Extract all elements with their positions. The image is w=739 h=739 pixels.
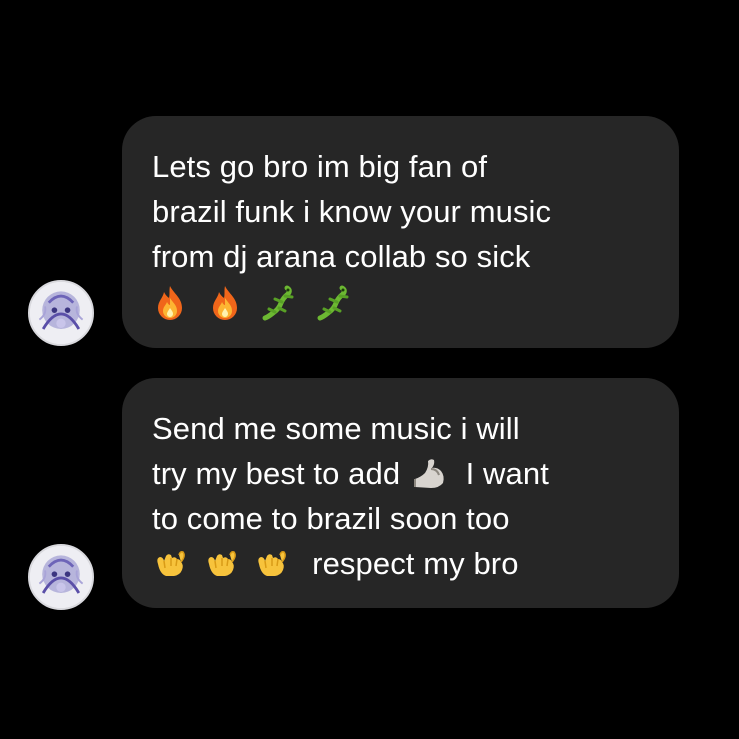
sender-avatar[interactable] (28, 544, 94, 610)
message-text-line: from dj arana collab so sick (152, 239, 531, 274)
sender-avatar[interactable] (28, 280, 94, 346)
avatar-image (30, 546, 92, 608)
fire-icon (152, 284, 188, 322)
call-me-hand-icon (253, 544, 289, 582)
call-me-hand-icon (152, 544, 188, 582)
flexed-biceps-icon (411, 455, 449, 491)
message-bubble[interactable]: Send me some music i will try my best to… (122, 378, 679, 608)
avatar-image (30, 282, 92, 344)
emoji-text-line: respect my bro (152, 541, 649, 586)
fire-icon (207, 284, 243, 322)
message-text-segment: respect my bro (312, 546, 519, 581)
message-thread: Lets go bro im big fan of brazil funk i … (0, 0, 739, 739)
message-text-segment: try my best to add (152, 456, 401, 491)
message-text-line: brazil funk i know your music (152, 194, 552, 229)
message-text-segment: I want (465, 456, 549, 491)
lizard-icon (261, 284, 297, 322)
message-text-line: to come to brazil soon too (152, 501, 510, 536)
message-text-line: try my best to add I want (152, 451, 649, 496)
call-me-hand-icon (203, 544, 239, 582)
lizard-icon (316, 284, 352, 322)
message-text-line: Lets go bro im big fan of (152, 149, 488, 184)
message-text-line: Send me some music i will (152, 411, 520, 446)
message-bubble[interactable]: Lets go bro im big fan of brazil funk i … (122, 116, 679, 348)
emoji-line (152, 281, 649, 326)
